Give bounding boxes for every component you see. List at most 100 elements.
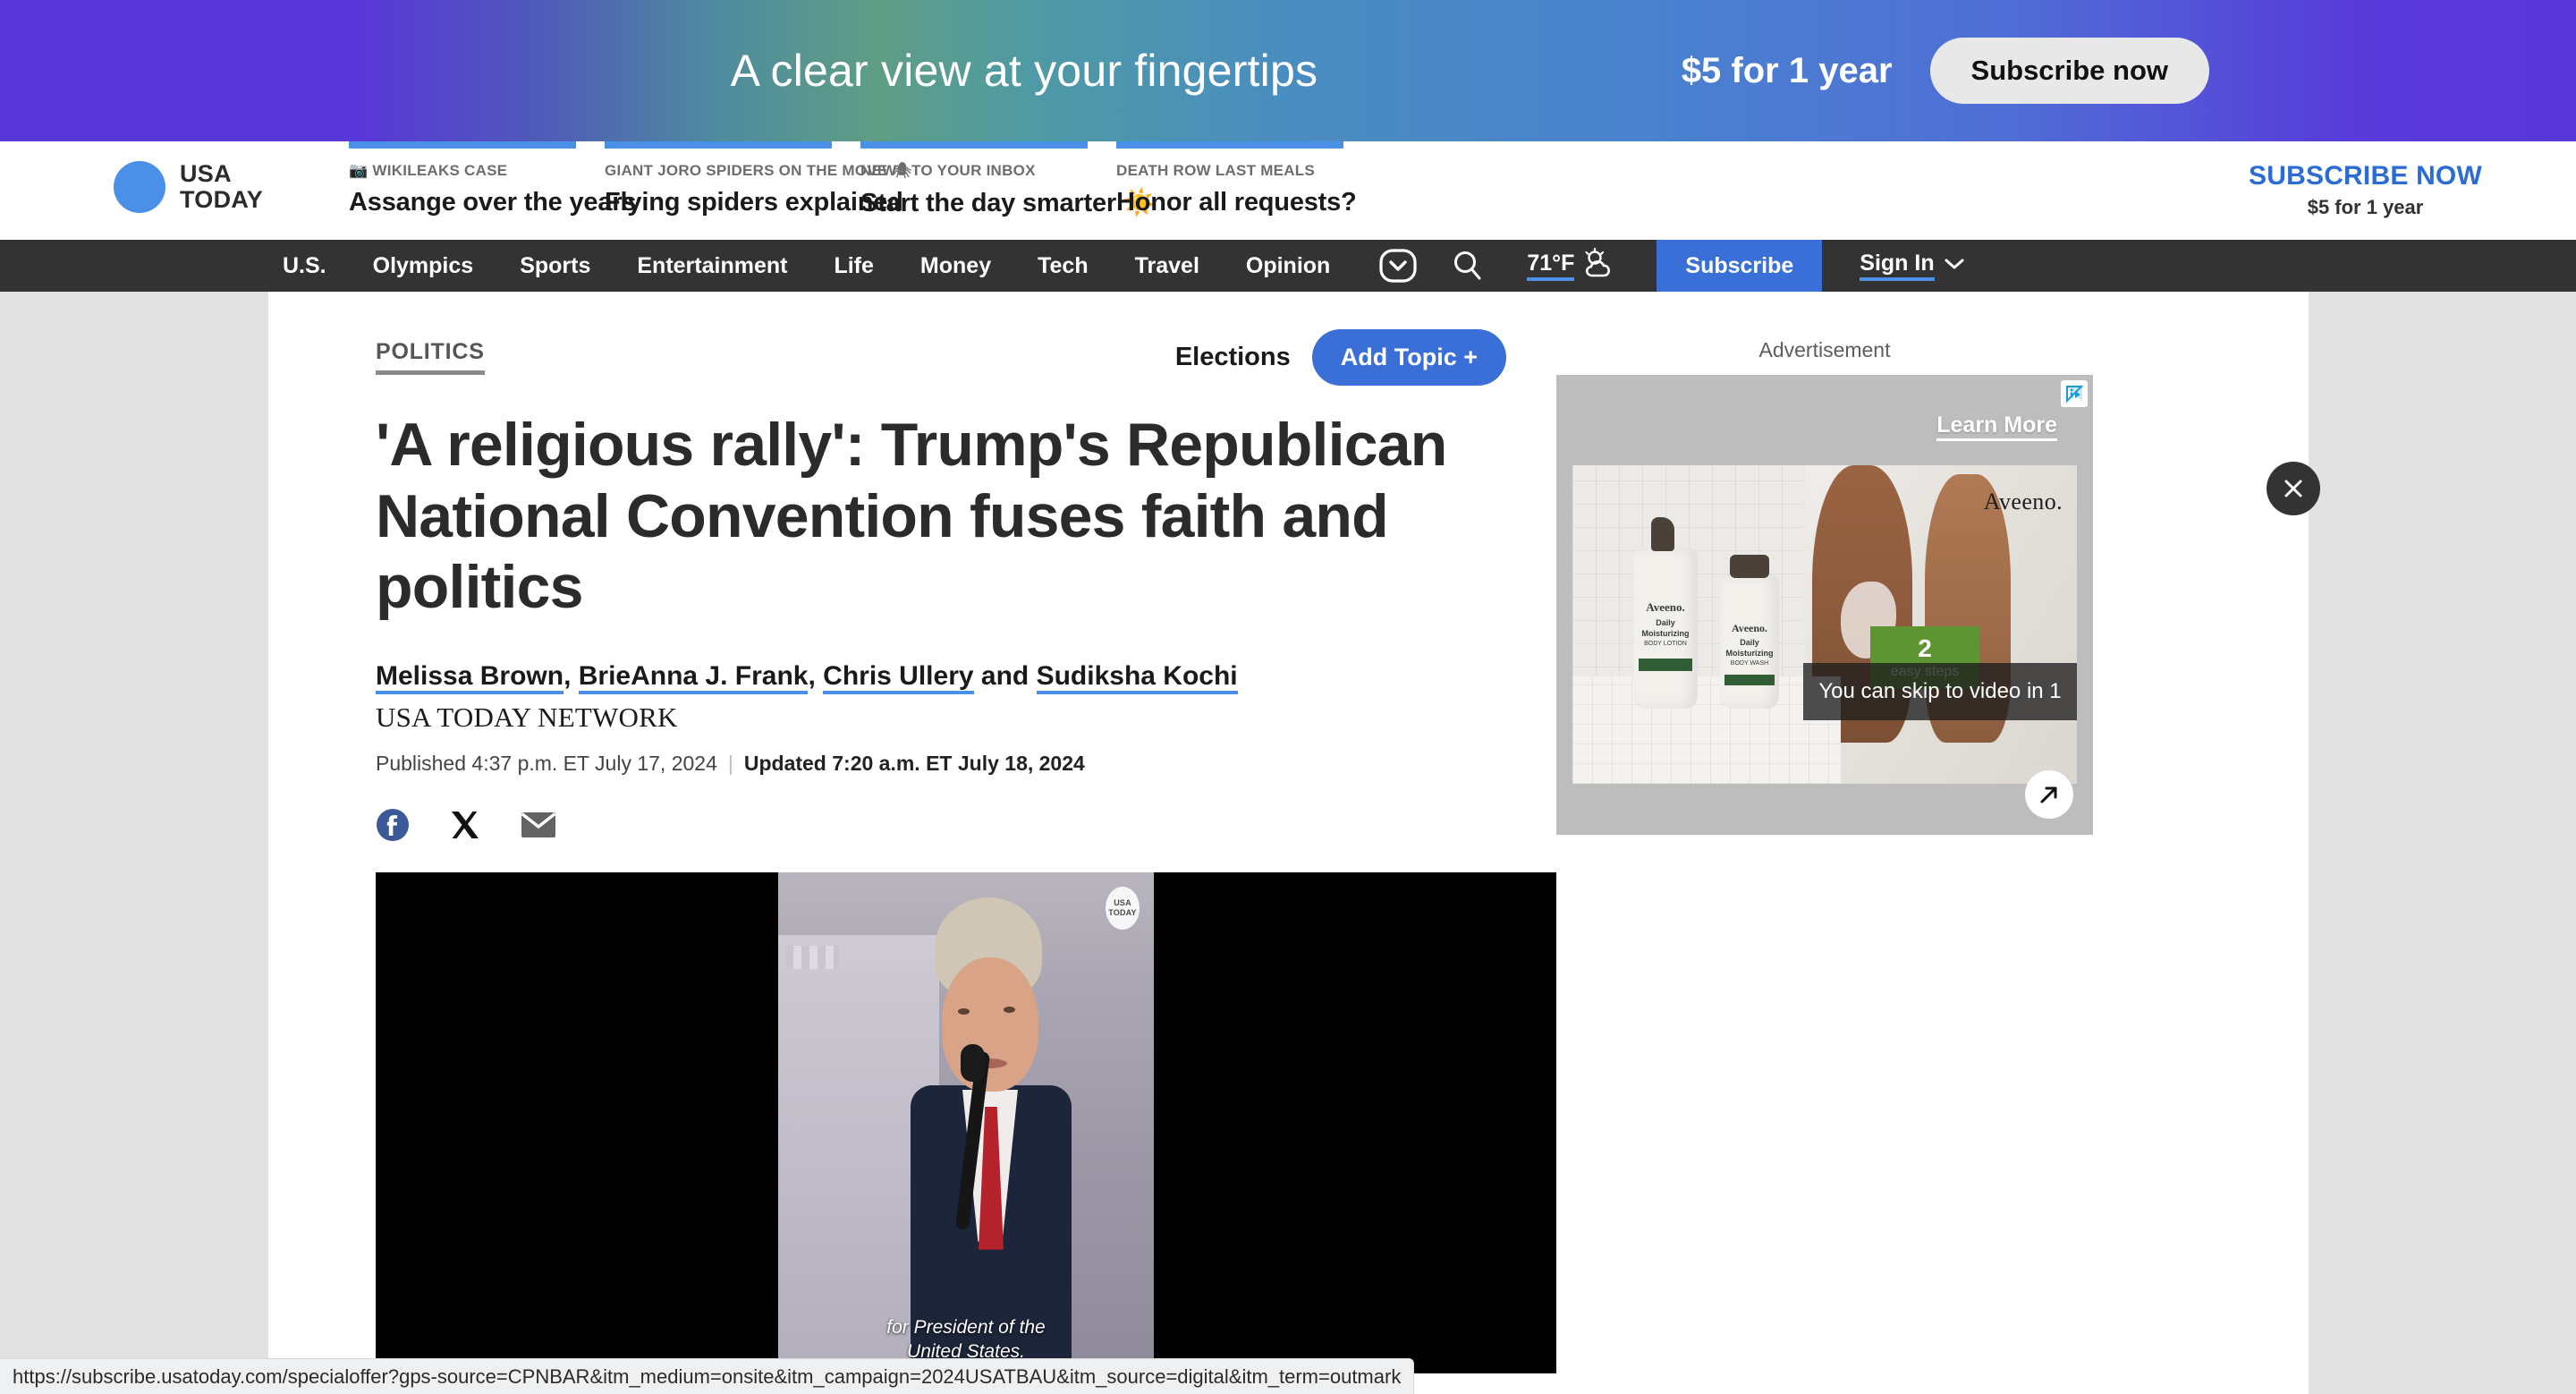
author-link-1[interactable]: Melissa Brown <box>376 660 564 694</box>
topic-card-death-row[interactable]: DEATH ROW LAST MEALS Honor all requests? <box>1116 141 1357 218</box>
ad-video-media[interactable]: Aveeno. Daily Moisturizing BODY LOTION A… <box>1572 465 2077 784</box>
header-subscribe-title: SUBSCRIBE NOW <box>2249 161 2482 191</box>
topic-header: USA TODAY 📷 WIKILEAKS CASE Assange over … <box>0 141 2576 240</box>
video-subject-eye-right <box>1004 1006 1015 1013</box>
video-captions: for President of the United States. <box>778 1315 1154 1364</box>
adchoices-icon[interactable] <box>2061 380 2088 407</box>
add-topic-button[interactable]: Add Topic + <box>1311 328 1506 386</box>
article-topic-bar: POLITICS Elections Add Topic + <box>376 292 1556 390</box>
ad-bottle2-band <box>1724 675 1775 685</box>
ad-bottle2-line1: Daily <box>1740 638 1759 647</box>
chevron-down-icon <box>1944 257 1965 276</box>
more-sections-button[interactable] <box>1369 240 1427 292</box>
byline-network: USA TODAY NETWORK <box>376 701 678 733</box>
watermark-line-1: USA <box>1114 898 1131 908</box>
topic-card-rule <box>605 141 833 149</box>
logo-line-1: USA <box>180 160 232 188</box>
promo-subscribe-now-button[interactable]: Subscribe now <box>1929 38 2209 104</box>
nav-subscribe-button[interactable]: Subscribe <box>1657 240 1823 292</box>
updated-time: Updated 7:20 a.m. ET July 18, 2024 <box>743 751 1085 775</box>
author-link-2[interactable]: BrieAnna J. Frank <box>578 660 809 694</box>
nav-item-life[interactable]: Life <box>810 253 896 279</box>
nav-item-travel[interactable]: Travel <box>1112 253 1223 279</box>
topic-card-rule <box>1116 141 1344 149</box>
author-link-3[interactable]: Chris Ullery <box>823 660 974 694</box>
video-flag-backdrop <box>785 945 839 969</box>
ad-learn-more-link[interactable]: Learn More <box>1936 412 2057 441</box>
byline-separator: , <box>564 660 579 691</box>
share-row <box>376 808 1556 842</box>
watermark-line-2: TODAY <box>1108 907 1137 917</box>
nav-item-opinion[interactable]: Opinion <box>1223 253 1353 279</box>
topic-card-spiders[interactable]: GIANT JORO SPIDERS ON THE MOVE 🕷 Flying … <box>605 141 912 218</box>
topic-card-title: Start the day smarter ☀️ <box>860 189 1156 217</box>
header-subscribe-now[interactable]: SUBSCRIBE NOW $5 for 1 year <box>2249 161 2482 219</box>
nav-item-olympics[interactable]: Olympics <box>350 253 497 279</box>
byline-separator: , <box>808 660 824 691</box>
logo-circle-icon <box>114 161 165 213</box>
topic-card-rule <box>349 141 577 149</box>
partly-cloudy-icon <box>1581 247 1621 285</box>
topic-card-wikileaks[interactable]: 📷 WIKILEAKS CASE Assange over the years <box>349 141 637 218</box>
promo-banner[interactable]: A clear view at your fingertips $5 for 1… <box>0 0 2576 141</box>
topic-elections-label[interactable]: Elections <box>1175 343 1291 372</box>
published-time: Published 4:37 p.m. ET July 17, 2024 <box>376 751 717 775</box>
ad-tile-ledge <box>1572 676 1841 784</box>
facebook-icon[interactable] <box>376 808 410 842</box>
ad-brand-logo: Aveeno. <box>1983 489 2063 514</box>
expand-arrow-icon[interactable] <box>2025 770 2073 819</box>
x-twitter-icon[interactable] <box>449 809 481 841</box>
topic-card-rule <box>860 141 1089 149</box>
caption-line-1: for President of the <box>886 1317 1046 1339</box>
topic-card-kicker: DEATH ROW LAST MEALS <box>1116 162 1315 179</box>
search-icon[interactable] <box>1439 240 1496 292</box>
header-subscribe-price: $5 for 1 year <box>2307 196 2424 218</box>
topic-cards: 📷 WIKILEAKS CASE Assange over the years … <box>349 141 1372 218</box>
logo-text: USA TODAY <box>180 161 263 212</box>
article-headline: 'A religious rally': Trump's Republican … <box>376 411 1447 622</box>
topic-card-title: Flying spiders explained <box>605 188 903 217</box>
nav-item-us[interactable]: U.S. <box>259 253 350 279</box>
topic-follow-controls: Elections Add Topic + <box>1175 328 1556 386</box>
logo-line-2: TODAY <box>180 186 264 213</box>
article-column: POLITICS Elections Add Topic + 'A religi… <box>268 292 1556 1373</box>
video-subject-eye-left <box>958 1007 970 1015</box>
close-icon[interactable] <box>2267 462 2320 515</box>
weather-widget[interactable]: 71°F <box>1527 247 1621 285</box>
video-frame-content: USA TODAY for President of the United St… <box>778 871 1154 1373</box>
topic-card-kicker: 📷 WIKILEAKS CASE <box>349 162 508 179</box>
ad-bottle2-brand: Aveeno. <box>1731 622 1768 634</box>
nav-item-entertainment[interactable]: Entertainment <box>614 253 810 279</box>
topic-card-title: Assange over the years <box>349 188 637 217</box>
topic-card-kicker: GIANT JORO SPIDERS ON THE MOVE 🕷 <box>605 162 912 179</box>
nav-item-sports[interactable]: Sports <box>496 253 614 279</box>
email-icon[interactable] <box>521 811 556 839</box>
ad-bottle2-line2: Moisturizing <box>1725 649 1774 658</box>
ad-bottle-line2: Moisturizing <box>1641 629 1690 638</box>
advertisement-unit[interactable]: Learn More Aveeno. Daily Moisturizing BO… <box>1556 375 2093 835</box>
ad-bottle-line1: Daily <box>1656 618 1675 627</box>
nav-item-money[interactable]: Money <box>897 253 1014 279</box>
topic-card-newsletter[interactable]: NEWS TO YOUR INBOX Start the day smarter… <box>860 141 1156 218</box>
article-video-player[interactable]: USA TODAY for President of the United St… <box>376 871 1556 1373</box>
browser-viewport: A clear view at your fingertips $5 for 1… <box>0 0 2576 1394</box>
section-label-politics[interactable]: POLITICS <box>376 339 485 375</box>
usa-today-logo[interactable]: USA TODAY <box>114 161 263 213</box>
byline: Melissa Brown, BrieAnna J. Frank, Chris … <box>376 660 1556 776</box>
ad-bottle-brand: Aveeno. <box>1646 600 1685 614</box>
ad-bottle-band <box>1639 659 1692 671</box>
topic-card-kicker: NEWS TO YOUR INBOX <box>860 162 1036 179</box>
sign-in-button[interactable]: Sign In <box>1860 251 1964 281</box>
content-row: POLITICS Elections Add Topic + 'A religi… <box>268 292 2309 1373</box>
video-subject-face <box>942 956 1038 1092</box>
timestamp-divider: | <box>727 751 733 775</box>
author-link-4[interactable]: Sudiksha Kochi <box>1036 660 1238 694</box>
nav-item-tech[interactable]: Tech <box>1014 253 1112 279</box>
promo-banner-inner: A clear view at your fingertips $5 for 1… <box>367 38 2209 104</box>
sign-in-label: Sign In <box>1860 251 1935 281</box>
advertisement-column: Advertisement Learn More Aveeno. Daily M… <box>1556 292 2200 1373</box>
page-content: POLITICS Elections Add Topic + 'A religi… <box>268 292 2309 1394</box>
promo-price: $5 for 1 year <box>1681 50 1893 90</box>
byline-separator: and <box>973 660 1037 691</box>
main-navigation-bar: U.S. Olympics Sports Entertainment Life … <box>0 240 2576 292</box>
